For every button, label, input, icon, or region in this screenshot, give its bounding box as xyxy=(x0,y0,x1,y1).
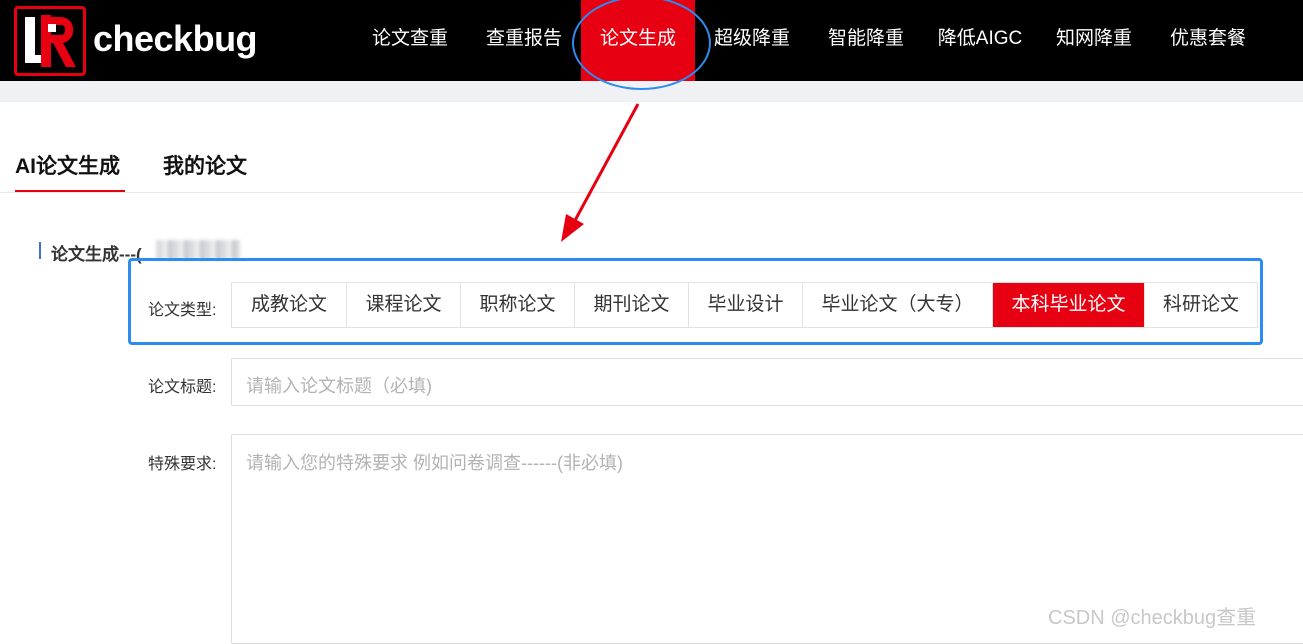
annotation-arrow-icon xyxy=(561,103,640,242)
watermark: CSDN @checkbug查重 xyxy=(1048,607,1257,629)
